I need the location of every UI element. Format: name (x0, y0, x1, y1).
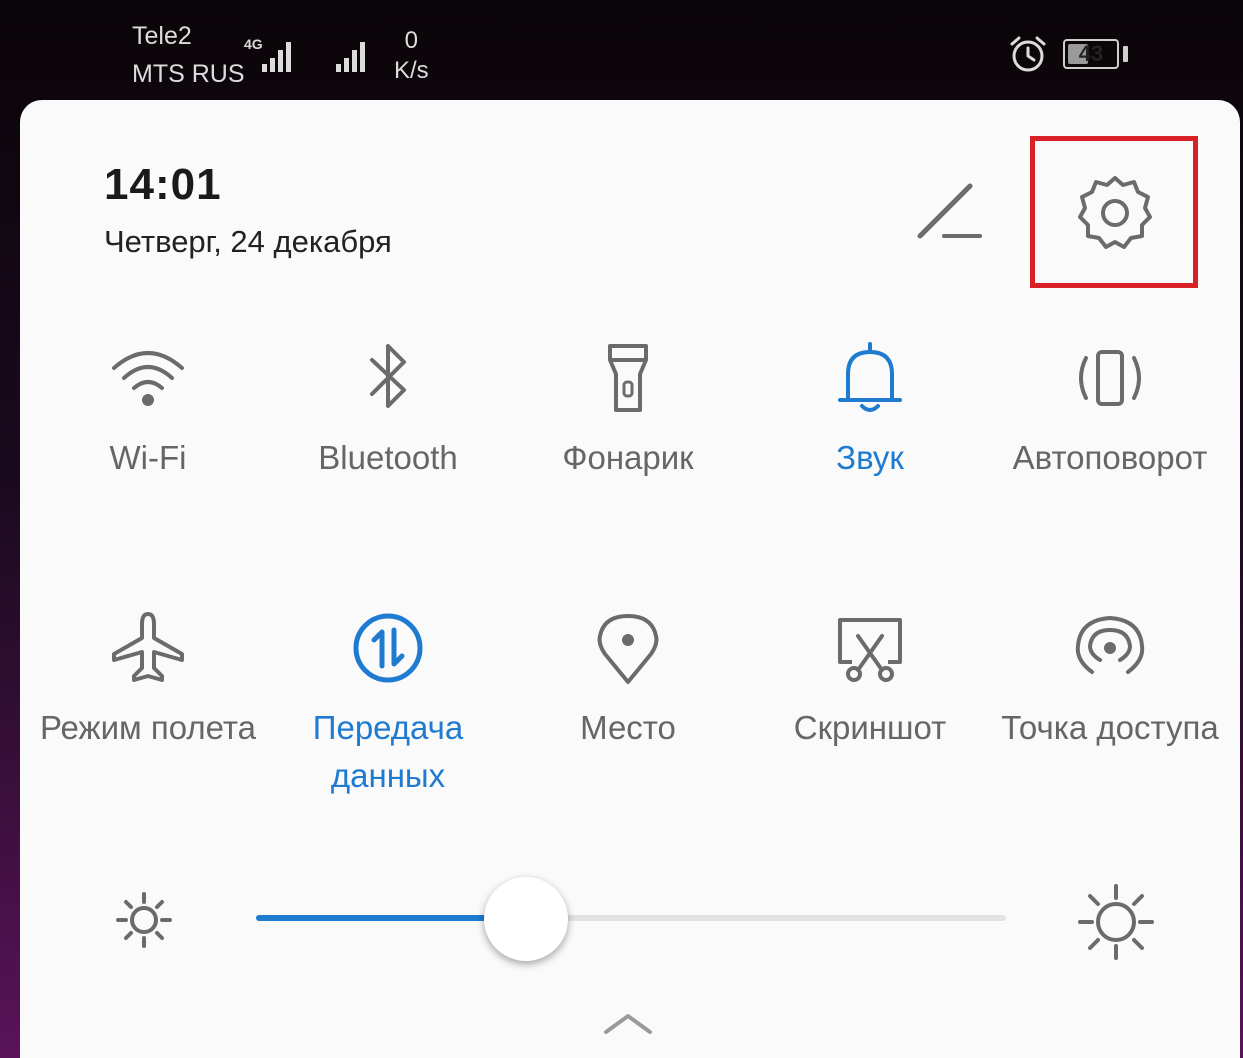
tile-label: Точка доступа (1001, 709, 1219, 746)
tile-location[interactable]: Место (508, 610, 748, 752)
tile-bluetooth[interactable]: Bluetooth (268, 340, 508, 482)
pencil-icon (917, 183, 982, 239)
tile-label: Автоповорот (1012, 439, 1208, 476)
settings-highlight-box (1030, 136, 1198, 288)
collapse-chevron-icon[interactable] (600, 1008, 656, 1038)
network-speed: 0 K/s (394, 26, 429, 86)
location-icon (597, 614, 659, 684)
brightness-high-icon (1078, 884, 1154, 960)
bluetooth-icon (370, 344, 406, 408)
tile-screenshot[interactable]: Скриншот (750, 610, 990, 752)
carrier-name-2: MTS RUS (132, 60, 245, 88)
mobile-data-icon (353, 613, 423, 683)
tile-airplane-mode[interactable]: Режим полета (28, 610, 268, 752)
carrier-name-1: Tele2 (132, 22, 192, 50)
battery-level: 43 (1078, 41, 1104, 66)
speed-unit: K/s (394, 57, 429, 84)
brightness-low-icon (116, 892, 172, 948)
tile-flashlight[interactable]: Фонарик (508, 340, 748, 482)
tile-label: Звук (836, 439, 904, 476)
speed-value: 0 (404, 27, 419, 54)
flashlight-icon (608, 344, 648, 412)
hotspot-icon (1075, 615, 1145, 674)
clock-date: Четверг, 24 декабря (104, 224, 392, 259)
tile-label: Режим полета (39, 709, 256, 746)
battery-tip (1123, 46, 1128, 62)
edit-button[interactable] (908, 178, 988, 248)
battery-icon: 43 (1063, 39, 1119, 69)
tile-sound[interactable]: Звук (750, 340, 990, 482)
tile-label: Фонарик (562, 439, 694, 476)
tile-label: Wi-Fi (109, 439, 187, 476)
tile-mobile-data[interactable]: Передача данных (268, 610, 508, 800)
tile-hotspot[interactable]: Точка доступа (990, 610, 1230, 752)
tile-label: Bluetooth (318, 439, 458, 476)
screenshot-icon (838, 618, 902, 682)
signal-icon-sim1 (262, 42, 291, 72)
tile-wifi[interactable]: Wi-Fi (28, 340, 268, 482)
tile-label: Передача данных (312, 709, 464, 794)
tile-label: Скриншот (793, 709, 947, 746)
status-bar: Tele2 MTS RUS 4G 0 K/s 43 (0, 0, 1243, 100)
airplane-icon (112, 612, 184, 682)
alarm-icon (1010, 36, 1046, 72)
auto-rotate-icon (1079, 350, 1141, 406)
signal-icon-sim2 (336, 42, 365, 72)
wifi-icon (112, 351, 184, 406)
bell-icon (838, 342, 902, 412)
brightness-slider-thumb[interactable] (484, 877, 568, 961)
brightness-slider[interactable] (256, 915, 1006, 921)
clock-time: 14:01 (104, 160, 222, 209)
tile-auto-rotate[interactable]: Автоповорот (990, 340, 1230, 482)
tile-label: Место (580, 709, 676, 746)
